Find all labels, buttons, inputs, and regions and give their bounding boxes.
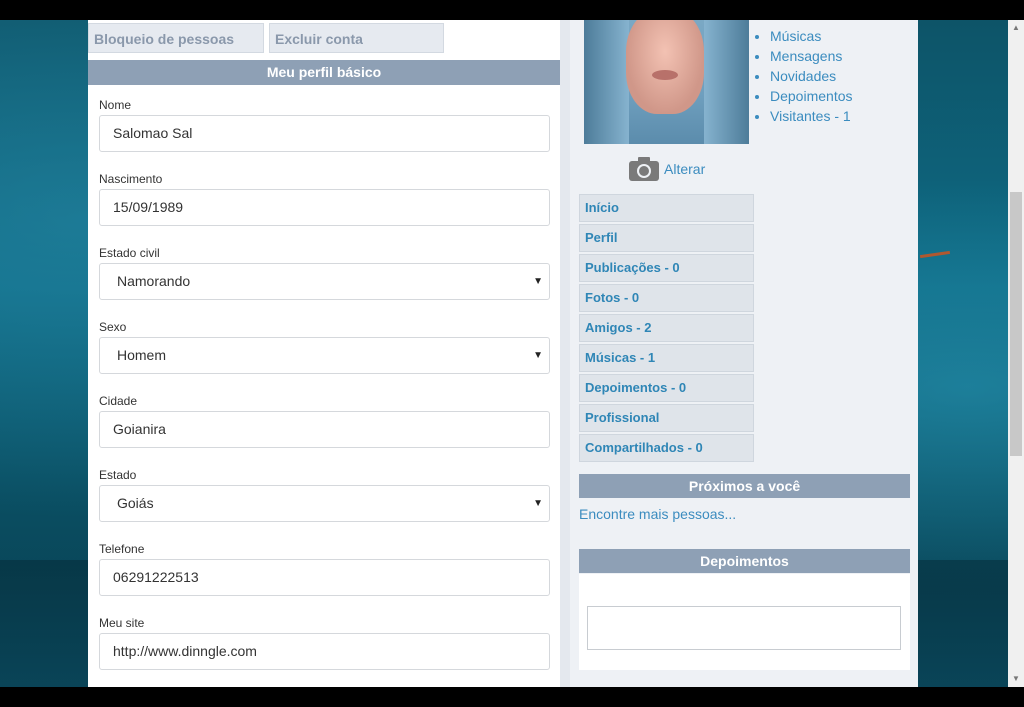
link-visitantes[interactable]: Visitantes - 1 (770, 106, 853, 126)
menu-item-inicio[interactable]: Início (579, 194, 754, 222)
column-gutter (560, 20, 570, 687)
phone-label: Telefone (99, 542, 145, 556)
website-field[interactable]: http://www.dinngle.com (99, 633, 550, 670)
scrollbar[interactable]: ▲ ▼ (1008, 20, 1024, 687)
testimonials-box (579, 574, 910, 670)
birthdate-label: Nascimento (99, 172, 163, 186)
phone-field[interactable]: 06291222513 (99, 559, 550, 596)
tab-block-people[interactable]: Bloqueio de pessoas (88, 23, 264, 53)
website-label: Meu site (99, 616, 145, 630)
menu-item-perfil[interactable]: Perfil (579, 224, 754, 252)
nearby-header: Próximos a você (579, 474, 910, 498)
menu-item-musicas[interactable]: Músicas - 1 (579, 344, 754, 372)
marital-status-label: Estado civil (99, 246, 160, 260)
sex-label: Sexo (99, 320, 127, 334)
marital-status-value: Namorando (117, 273, 191, 289)
testimonials-header: Depoimentos (579, 549, 910, 573)
link-musicas[interactable]: Músicas (770, 26, 853, 46)
city-field[interactable]: Goianira (99, 411, 550, 448)
change-photo-link[interactable]: Alterar (664, 161, 705, 177)
profile-sidebar: Alterar Músicas Mensagens Novidades Depo… (570, 20, 918, 687)
menu-item-compartilhados[interactable]: Compartilhados - 0 (579, 434, 754, 462)
dropdown-arrow-icon: ▼ (533, 498, 543, 509)
scroll-up-icon[interactable]: ▲ (1008, 20, 1024, 36)
bottom-bar (0, 687, 1024, 707)
profile-photo[interactable] (584, 20, 749, 144)
state-label: Estado (99, 468, 137, 482)
name-field[interactable]: Salomao Sal (99, 115, 550, 152)
menu-item-fotos[interactable]: Fotos - 0 (579, 284, 754, 312)
tab-delete-account[interactable]: Excluir conta (269, 23, 444, 53)
scroll-thumb[interactable] (1010, 192, 1022, 456)
scroll-down-icon[interactable]: ▼ (1008, 671, 1024, 687)
quick-links: Músicas Mensagens Novidades Depoimentos … (754, 26, 853, 126)
menu-item-profissional[interactable]: Profissional (579, 404, 754, 432)
section-title: Meu perfil básico (88, 60, 560, 85)
link-mensagens[interactable]: Mensagens (770, 46, 853, 66)
camera-icon[interactable] (628, 156, 660, 182)
dropdown-arrow-icon: ▼ (533, 276, 543, 287)
name-label: Nome (99, 98, 132, 112)
sex-select[interactable]: Homem ▼ (99, 337, 550, 374)
menu-item-publicacoes[interactable]: Publicações - 0 (579, 254, 754, 282)
profile-edit-panel: Bloqueio de pessoas Excluir conta Meu pe… (88, 20, 560, 687)
state-value: Goiás (117, 495, 154, 511)
marital-status-select[interactable]: Namorando ▼ (99, 263, 550, 300)
link-depoimentos[interactable]: Depoimentos (770, 86, 853, 106)
menu-item-amigos[interactable]: Amigos - 2 (579, 314, 754, 342)
link-novidades[interactable]: Novidades (770, 66, 853, 86)
sex-value: Homem (117, 347, 167, 363)
city-label: Cidade (99, 394, 138, 408)
testimonial-input[interactable] (587, 606, 901, 650)
state-select[interactable]: Goiás ▼ (99, 485, 550, 522)
menu-item-depoimentos[interactable]: Depoimentos - 0 (579, 374, 754, 402)
find-more-link[interactable]: Encontre mais pessoas... (579, 506, 736, 522)
birthdate-field[interactable]: 15/09/1989 (99, 189, 550, 226)
dropdown-arrow-icon: ▼ (533, 350, 543, 361)
top-bar (0, 0, 1024, 20)
